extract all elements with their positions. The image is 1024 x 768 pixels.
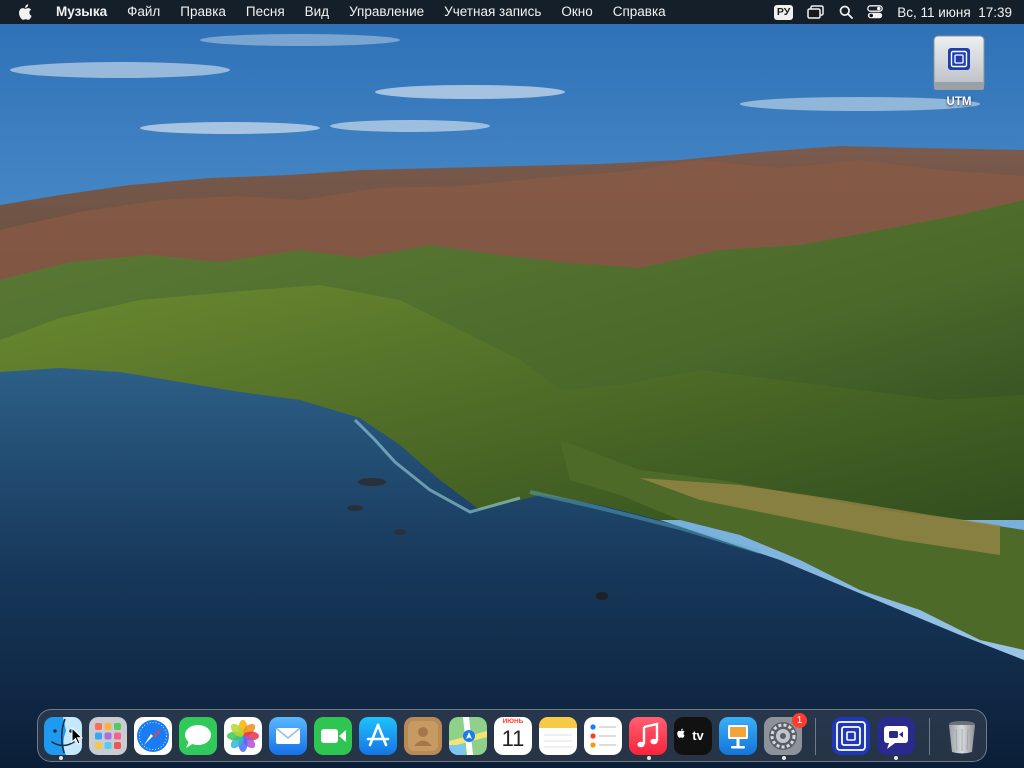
dock-item-music[interactable] xyxy=(629,717,667,755)
drive-icon xyxy=(930,34,988,94)
desktop-icon-label: UTM xyxy=(946,96,972,108)
dock-item-notes[interactable] xyxy=(539,717,577,755)
calendar-month: ИЮНЬ xyxy=(502,718,524,725)
dock-item-safari[interactable] xyxy=(134,717,172,755)
dock-item-messages[interactable] xyxy=(179,717,217,755)
menu-bar-status: РУ Вс, 11 июня 17:39 xyxy=(760,0,1012,24)
dock-item-screen-share[interactable] xyxy=(877,717,915,755)
control-center-icon[interactable] xyxy=(867,0,884,24)
running-indicator-screen-share xyxy=(894,756,898,760)
dock-item-system-settings[interactable]: 1 xyxy=(764,713,807,755)
dock-item-utm[interactable] xyxy=(832,717,870,755)
dock-item-contacts[interactable] xyxy=(404,717,442,755)
mouse-cursor-icon xyxy=(71,727,83,745)
notes-icon xyxy=(539,717,577,755)
keynote-icon xyxy=(719,717,757,755)
running-indicator-system-settings xyxy=(782,756,786,760)
dock-item-maps[interactable] xyxy=(449,717,487,755)
dock-item-reminders[interactable] xyxy=(584,717,622,755)
reminders-icon xyxy=(584,717,622,755)
dock-separator xyxy=(815,718,816,755)
menu-song[interactable]: Песня xyxy=(236,0,295,24)
menu-bar: Музыка Файл Правка Песня Вид Управление … xyxy=(0,0,1024,24)
dock-item-mail[interactable] xyxy=(269,717,307,755)
menu-help[interactable]: Справка xyxy=(603,0,676,24)
menu-controls[interactable]: Управление xyxy=(339,0,434,24)
dock-item-trash[interactable] xyxy=(943,717,981,755)
contacts-icon xyxy=(404,717,442,755)
spotlight-search-icon[interactable] xyxy=(839,0,854,24)
music-icon xyxy=(629,717,667,755)
facetime-icon xyxy=(314,717,352,755)
mail-icon xyxy=(269,717,307,755)
menu-window[interactable]: Окно xyxy=(551,0,602,24)
notification-badge: 1 xyxy=(792,713,807,728)
input-source-badge: РУ xyxy=(773,4,794,20)
menu-edit[interactable]: Правка xyxy=(170,0,236,24)
input-source-menu[interactable]: РУ xyxy=(773,0,794,24)
dock-separator xyxy=(929,718,930,755)
launchpad-icon xyxy=(89,717,127,755)
dock-item-facetime[interactable] xyxy=(314,717,352,755)
calendar-day: 11 xyxy=(501,726,525,751)
screen-share-icon xyxy=(877,717,915,755)
menu-file[interactable]: Файл xyxy=(117,0,170,24)
dock-item-launchpad[interactable] xyxy=(89,717,127,755)
maps-icon xyxy=(449,717,487,755)
dock-item-keynote[interactable] xyxy=(719,717,757,755)
desktop[interactable]: Музыка Файл Правка Песня Вид Управление … xyxy=(0,0,1024,768)
menu-account[interactable]: Учетная запись xyxy=(434,0,551,24)
photos-icon xyxy=(224,717,262,755)
utm-icon xyxy=(832,717,870,755)
dock-item-apple-tv[interactable]: tv xyxy=(674,717,712,755)
running-indicator-finder xyxy=(59,756,63,760)
dock-item-calendar[interactable]: ИЮНЬ 11 xyxy=(494,717,532,755)
dock: ИЮНЬ 11 tv 1 xyxy=(37,709,987,762)
dock-item-app-store[interactable] xyxy=(359,717,397,755)
apple-tv-label: tv xyxy=(692,728,704,743)
window-switcher-icon[interactable] xyxy=(807,0,825,24)
desktop-icon-utm[interactable]: UTM xyxy=(924,34,994,108)
desktop-wallpaper xyxy=(0,0,1024,768)
menu-bar-left: Музыка Файл Правка Песня Вид Управление … xyxy=(18,0,676,24)
running-indicator-music xyxy=(647,756,651,760)
menu-app-name[interactable]: Музыка xyxy=(46,0,117,24)
menu-view[interactable]: Вид xyxy=(295,0,339,24)
menu-bar-clock[interactable]: Вс, 11 июня 17:39 xyxy=(897,0,1012,24)
apple-menu-icon[interactable] xyxy=(18,3,34,21)
safari-icon xyxy=(134,717,172,755)
dock-item-photos[interactable] xyxy=(224,717,262,755)
trash-icon xyxy=(949,721,975,754)
messages-icon xyxy=(179,717,217,755)
app-store-icon xyxy=(359,717,397,755)
